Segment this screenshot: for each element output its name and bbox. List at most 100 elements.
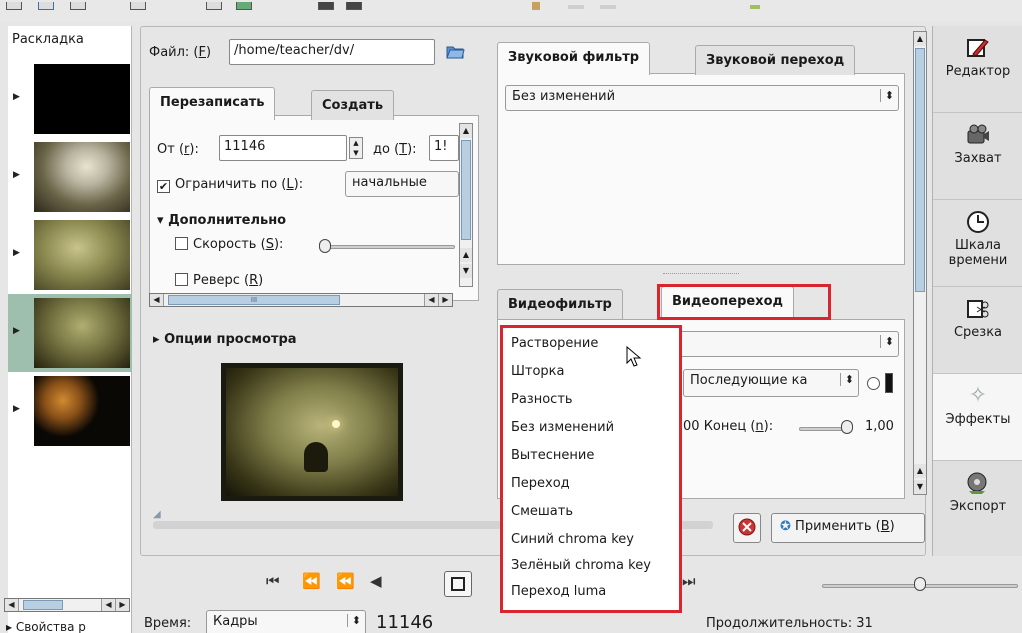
wipe-direction-select[interactable]: Последующие ка ⬍ [683, 369, 859, 397]
menu-item[interactable]: Зелёный chroma key [511, 558, 651, 584]
toolbar-icon[interactable] [532, 2, 540, 10]
scroll-left-icon[interactable]: ◀ [424, 294, 438, 306]
toolbar-icon[interactable] [206, 2, 222, 10]
scroll-thumb[interactable] [915, 48, 925, 292]
toolbar-icon[interactable] [318, 2, 334, 10]
menu-item[interactable]: Переход [511, 476, 570, 502]
expand-arrow-icon[interactable]: ▶ [13, 92, 20, 102]
sidebar-item-export[interactable]: Экспорт [933, 461, 1022, 548]
menu-item[interactable]: Шторка [511, 364, 565, 390]
toolbar-icon[interactable] [38, 2, 54, 10]
end-slider-knob[interactable] [841, 420, 853, 434]
reverse-checkbox[interactable]: Реверс (R) [175, 273, 263, 288]
speed-slider-knob[interactable] [319, 239, 331, 253]
audio-filter-select[interactable]: Без изменений ⬍ [505, 85, 899, 111]
open-folder-icon[interactable] [445, 41, 465, 61]
workspace-vertical-scrollbar[interactable]: ▲ ▲ ▼ [913, 31, 927, 495]
sidebar-item-effects[interactable]: ✧ Эффекты [933, 374, 1022, 461]
speed-slider[interactable] [321, 245, 455, 249]
scroll-left-icon[interactable]: ◀ [5, 599, 19, 611]
sidebar-item-timeline[interactable]: Шкала времени [933, 200, 1022, 287]
time-format-select[interactable]: Кадры ⬍ [206, 610, 366, 633]
toolbar-icon[interactable] [236, 2, 252, 10]
go-to-end-icon[interactable]: ⏭ [682, 572, 696, 590]
tab-create[interactable]: Создать [311, 90, 395, 120]
properties-expander[interactable]: ▸ Свойства р [6, 620, 86, 633]
expand-arrow-icon[interactable]: ▶ [13, 404, 20, 414]
pane-divider[interactable] [663, 273, 739, 274]
tab-overwrite[interactable]: Перезаписать [149, 87, 276, 120]
tab-video-filter[interactable]: Видеофильтр [497, 289, 623, 319]
advanced-expander[interactable]: ▾ Дополнительно [157, 213, 286, 228]
toolbar-icon[interactable] [600, 5, 616, 9]
limit-checkbox[interactable]: ✔ Ограничить по (L): [157, 177, 303, 193]
end-slider[interactable] [799, 427, 845, 431]
scroll-down-icon[interactable]: ▼ [914, 480, 926, 494]
mode-vertical-scrollbar[interactable]: ▲ ▲ ▼ [459, 123, 473, 287]
scroll-left-icon[interactable]: ◀ [150, 294, 164, 306]
from-input[interactable]: 11146 [219, 135, 347, 161]
stop-button[interactable] [444, 571, 472, 597]
scroll-up-icon[interactable]: ▲ [460, 248, 472, 262]
menu-item[interactable]: Без изменений [511, 420, 614, 446]
menu-item[interactable]: Смешать [511, 504, 573, 530]
clip-row-selected[interactable]: ▶ [8, 294, 132, 372]
mouse-cursor-icon [626, 345, 642, 368]
end-value: 1,00 [865, 419, 894, 434]
go-to-start-icon[interactable]: ⏮ [266, 572, 280, 590]
toolbar-icon[interactable] [130, 2, 146, 10]
speed-checkbox[interactable]: Скорость (S): [175, 237, 283, 252]
clip-row[interactable]: ▶ [8, 216, 132, 294]
scrubber-marker-icon[interactable]: ◢ [153, 510, 163, 520]
limit-select[interactable]: начальные [345, 171, 459, 197]
clip-row[interactable]: ▶ [8, 138, 132, 216]
scroll-thumb[interactable] [23, 600, 63, 610]
volume-slider-knob[interactable] [914, 577, 926, 591]
clip-row[interactable]: ▶ [8, 372, 132, 450]
frame-counter: 11146 [376, 612, 434, 633]
check-icon[interactable]: ✔ [157, 180, 170, 193]
scroll-thumb[interactable]: III [168, 295, 340, 305]
scroll-up-icon[interactable]: ▲ [914, 464, 926, 478]
layout-horizontal-scrollbar[interactable]: ◀ ◀ ▶ [4, 598, 130, 612]
scroll-up-icon[interactable]: ▲ [914, 32, 926, 46]
file-path-input[interactable]: /home/teacher/dv/ [229, 39, 435, 65]
rewind-icon[interactable]: ⏪ [336, 572, 355, 590]
expand-arrow-icon[interactable]: ▶ [13, 170, 20, 180]
expand-arrow-icon[interactable]: ▶ [13, 326, 20, 336]
scroll-thumb[interactable] [461, 140, 471, 240]
sidebar-item-capture[interactable]: Захват [933, 113, 1022, 200]
from-spin-icon[interactable]: ▲ ▼ [349, 137, 363, 159]
scroll-up-icon[interactable]: ▲ [460, 124, 472, 138]
tab-audio-filter[interactable]: Звуковой фильтр [497, 42, 651, 75]
tab-audio-transition[interactable]: Звуковой переход [695, 45, 856, 75]
color-swatch[interactable] [885, 373, 893, 393]
scroll-right-icon[interactable]: ▶ [438, 294, 452, 306]
toolbar-icon[interactable] [6, 2, 22, 10]
radio-icon[interactable] [867, 377, 880, 390]
menu-item[interactable]: Разность [511, 392, 573, 418]
apply-button[interactable]: ✪ Применить (B) [771, 513, 925, 543]
toolbar-icon[interactable] [70, 2, 86, 10]
preview-options-expander[interactable]: ▸ Опции просмотра [153, 332, 297, 347]
expand-arrow-icon[interactable]: ▶ [13, 248, 20, 258]
scroll-right-icon[interactable]: ▶ [115, 599, 129, 611]
cancel-button[interactable] [733, 513, 761, 543]
toolbar-icon[interactable] [346, 2, 362, 10]
menu-item[interactable]: Синий chroma key [511, 532, 634, 558]
menu-item[interactable]: Вытеснение [511, 448, 594, 474]
toolbar-icon[interactable] [750, 5, 760, 9]
to-input[interactable]: 1! [429, 135, 459, 161]
sidebar-item-trim[interactable]: Срезка [933, 287, 1022, 374]
menu-item[interactable]: Растворение [511, 336, 598, 362]
menu-item[interactable]: Переход luma [511, 584, 606, 610]
sidebar-item-editor[interactable]: Редактор [933, 26, 1022, 113]
scroll-left-icon[interactable]: ◀ [101, 599, 115, 611]
mode-horizontal-scrollbar[interactable]: ◀ III ◀ ▶ [149, 293, 453, 307]
clip-row[interactable]: ▶ [8, 60, 132, 138]
step-back-icon[interactable]: ◀ [370, 572, 382, 590]
scroll-down-icon[interactable]: ▼ [460, 264, 472, 278]
spin-icon: ⬍ [879, 89, 894, 102]
previous-marker-icon[interactable]: ⏪ [302, 572, 321, 590]
toolbar-icon[interactable] [568, 5, 584, 9]
